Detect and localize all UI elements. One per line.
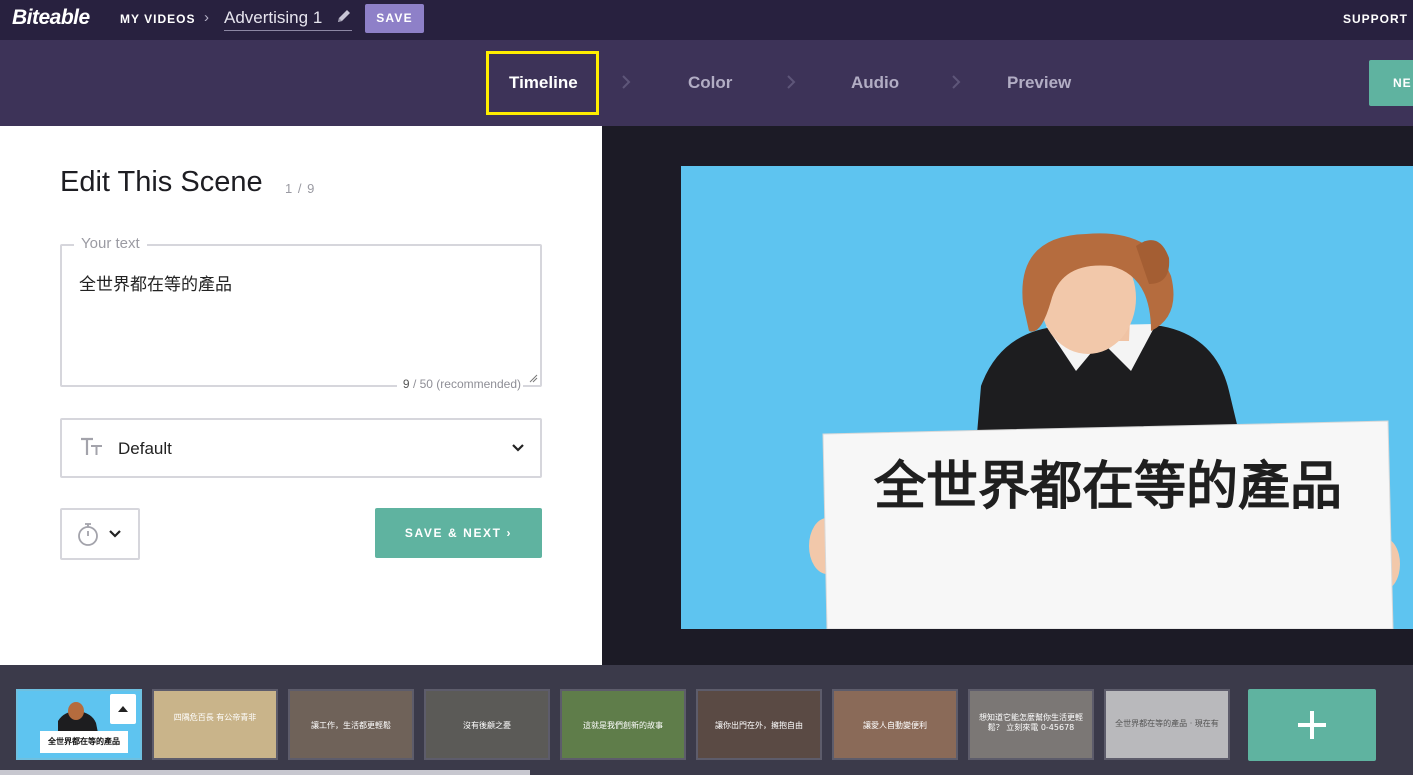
thumbnail-caption: 想知道它能怎麼幫你生活更輕鬆？ 立刻來電 0-45678	[979, 713, 1083, 732]
tab-timeline[interactable]: Timeline	[509, 73, 578, 93]
move-scene-up-button[interactable]	[110, 694, 136, 724]
font-style-dropdown[interactable]: Default	[60, 418, 542, 478]
preview-sign-text: 全世界都在等的產品	[873, 457, 1342, 517]
chevron-down-icon	[109, 530, 121, 538]
scene-thumbnail-4[interactable]: 沒有後顧之憂	[424, 689, 550, 760]
save-button[interactable]: SAVE	[365, 4, 424, 33]
text-field-label: Your text	[74, 235, 147, 252]
thumbnail-caption: 全世界都在等的產品 · 現在有	[1115, 719, 1219, 728]
page-title: Edit This Scene	[60, 166, 263, 198]
thumbnail-caption: 讓工作，生活都更輕鬆	[311, 721, 391, 730]
scene-text-value[interactable]: 全世界都在等的產品	[79, 270, 232, 295]
horizontal-scrollbar[interactable]	[0, 770, 530, 775]
scene-thumbnail-2[interactable]: 四隅危百長 有公帝青非	[152, 689, 278, 760]
resize-handle-icon[interactable]	[529, 374, 538, 383]
breadcrumb-chevron-icon: ›	[204, 9, 209, 26]
chevron-right-icon	[787, 75, 796, 89]
font-style-value: Default	[118, 439, 172, 458]
character-counter: 9 / 50 (recommended)	[396, 377, 523, 391]
thumbnail-caption: 讓你出門在外，擁抱自由	[715, 721, 803, 730]
text-size-icon	[81, 437, 102, 455]
stopwatch-icon	[78, 523, 98, 546]
project-name-field[interactable]: Advertising 1	[224, 6, 352, 31]
preview-area: 全世界都在等的產品	[602, 126, 1413, 665]
scene-thumbnail-9[interactable]: 全世界都在等的產品 · 現在有	[1104, 689, 1230, 760]
add-scene-button[interactable]	[1248, 689, 1376, 761]
scene-thumbnail-1[interactable]: 全世界都在等的產品	[16, 689, 142, 760]
tab-audio[interactable]: Audio	[851, 73, 899, 93]
thumbnail-caption: 全世界都在等的產品	[40, 731, 128, 753]
scene-text-field[interactable]: Your text 全世界都在等的產品 9 / 50 (recommended)	[60, 235, 542, 391]
pencil-icon[interactable]	[336, 8, 352, 24]
support-link[interactable]: SUPPORT	[1343, 12, 1408, 26]
video-preview[interactable]: 全世界都在等的產品	[681, 166, 1413, 629]
scene-thumbnail-7[interactable]: 讓愛人自動變便利	[832, 689, 958, 760]
top-bar: Biteable MY VIDEOS › Advertising 1 SAVE …	[0, 0, 1413, 40]
preview-scene-image: 全世界都在等的產品	[809, 233, 1400, 629]
save-and-next-button[interactable]: SAVE & NEXT ›	[375, 508, 542, 558]
scene-duration-dropdown[interactable]	[60, 508, 140, 560]
triangle-up-icon	[118, 706, 128, 712]
chevron-right-icon	[952, 75, 961, 89]
thumbnail-caption: 這就是我們創新的故事	[583, 721, 663, 730]
chevron-down-icon	[512, 444, 524, 452]
character-limit: / 50 (recommended)	[412, 377, 521, 391]
step-navigation: Timeline Color Audio Preview NE	[0, 40, 1413, 126]
next-button[interactable]: NE	[1369, 60, 1413, 106]
tab-color[interactable]: Color	[688, 73, 732, 93]
edit-scene-panel: Edit This Scene 1 / 9 Your text 全世界都在等的產…	[0, 126, 602, 665]
thumbnail-caption: 讓愛人自動變便利	[863, 721, 927, 730]
thumbnail-caption: 沒有後顧之憂	[463, 721, 511, 730]
biteable-logo[interactable]: Biteable	[12, 6, 90, 30]
scene-timeline-strip: 全世界都在等的產品 四隅危百長 有公帝青非 讓工作，生活都更輕鬆 沒有後顧之憂 …	[0, 665, 1413, 775]
scene-thumbnail-8[interactable]: 想知道它能怎麼幫你生活更輕鬆？ 立刻來電 0-45678	[968, 689, 1094, 760]
scene-thumbnail-6[interactable]: 讓你出門在外，擁抱自由	[696, 689, 822, 760]
project-name[interactable]: Advertising 1	[224, 8, 322, 28]
chevron-right-icon	[622, 75, 631, 89]
character-count: 9	[402, 377, 410, 391]
thumbnail-caption: 四隅危百長 有公帝青非	[173, 713, 257, 722]
plus-icon	[1298, 711, 1326, 739]
scene-counter: 1 / 9	[285, 181, 316, 196]
scene-thumbnail-5[interactable]: 這就是我們創新的故事	[560, 689, 686, 760]
my-videos-link[interactable]: MY VIDEOS	[120, 12, 195, 26]
scene-thumbnail-3[interactable]: 讓工作，生活都更輕鬆	[288, 689, 414, 760]
tab-preview[interactable]: Preview	[1007, 73, 1071, 93]
